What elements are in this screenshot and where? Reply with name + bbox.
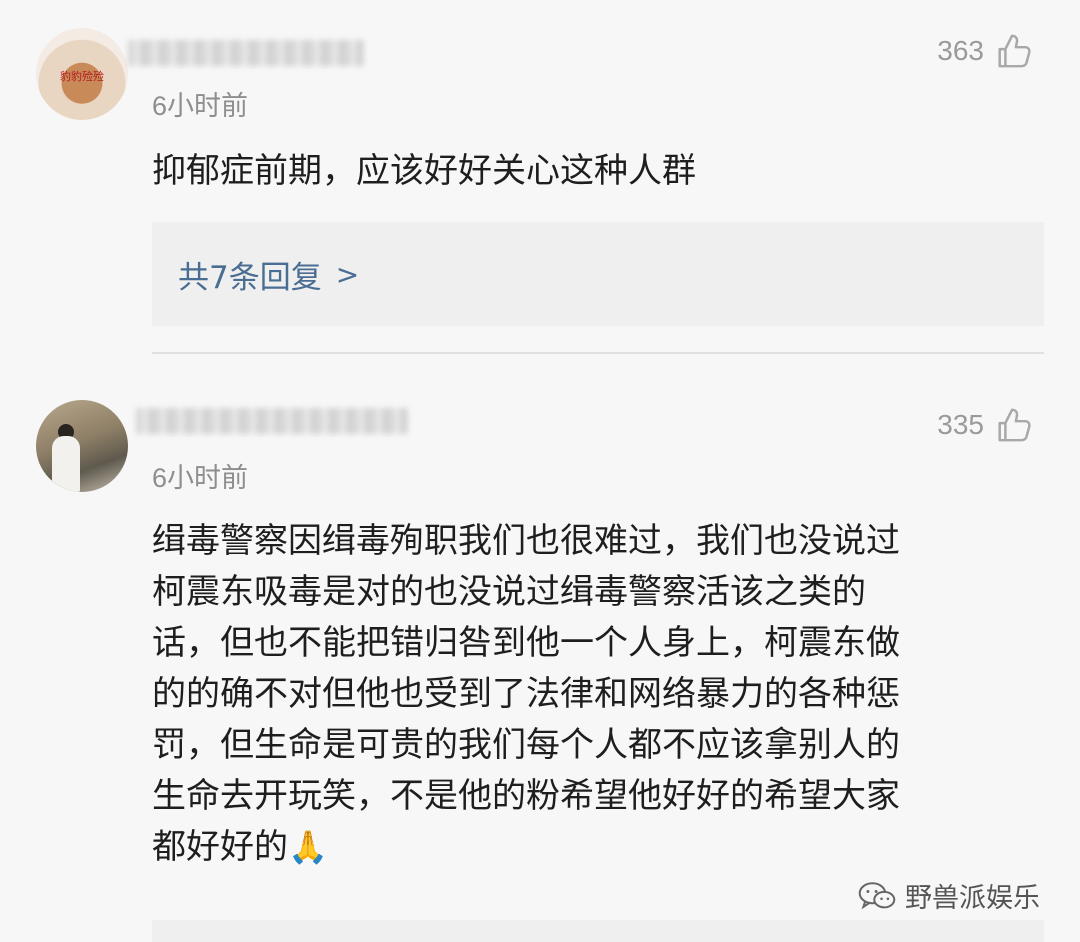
praying-hands-emoji: 🙏: [288, 828, 328, 866]
like-count: 363: [937, 35, 984, 66]
replies-label: 共7条回复: [178, 259, 322, 296]
avatar[interactable]: 豹豹殓殓: [36, 28, 128, 120]
avatar[interactable]: [36, 400, 128, 492]
chevron-right-icon: >: [335, 257, 360, 291]
comment-item: 豹豹殓殓 6小时前 363 抑郁症前期，应该好好关心这种人群 共7条回复 >: [0, 0, 1080, 352]
avatar-caption: 豹豹殓殓: [60, 70, 104, 83]
username-blurred[interactable]: [136, 408, 408, 434]
thumbs-up-icon: [998, 408, 1031, 442]
divider: [152, 352, 1044, 354]
like-button[interactable]: 363: [937, 32, 1032, 70]
comment-item: 6小时前 335 缉毒警察因缉毒殉职我们也很难过，我们也没说过 柯震东吸毒是对的…: [0, 376, 1080, 942]
comment-feed: 豹豹殓殓 6小时前 363 抑郁症前期，应该好好关心这种人群 共7条回复 > 6…: [0, 0, 1080, 942]
comment-time: 6小时前: [152, 463, 249, 493]
comment-text: 抑郁症前期，应该好好关心这种人群: [152, 151, 696, 191]
like-count: 335: [937, 409, 984, 440]
watermark: 野兽派娱乐: [857, 876, 1040, 915]
replies-box-partial[interactable]: [152, 920, 1044, 942]
wechat-icon: [858, 881, 896, 909]
username-blurred[interactable]: [128, 40, 364, 66]
comment-time: 6小时前: [152, 91, 249, 121]
like-button[interactable]: 335: [937, 406, 1032, 444]
comment-text: 缉毒警察因缉毒殉职我们也很难过，我们也没说过 柯震东吸毒是对的也没说过缉毒警察活…: [152, 521, 900, 867]
view-replies-button[interactable]: 共7条回复 >: [152, 222, 1044, 326]
thumbs-up-icon: [998, 34, 1031, 68]
watermark-text: 野兽派娱乐: [905, 883, 1040, 914]
